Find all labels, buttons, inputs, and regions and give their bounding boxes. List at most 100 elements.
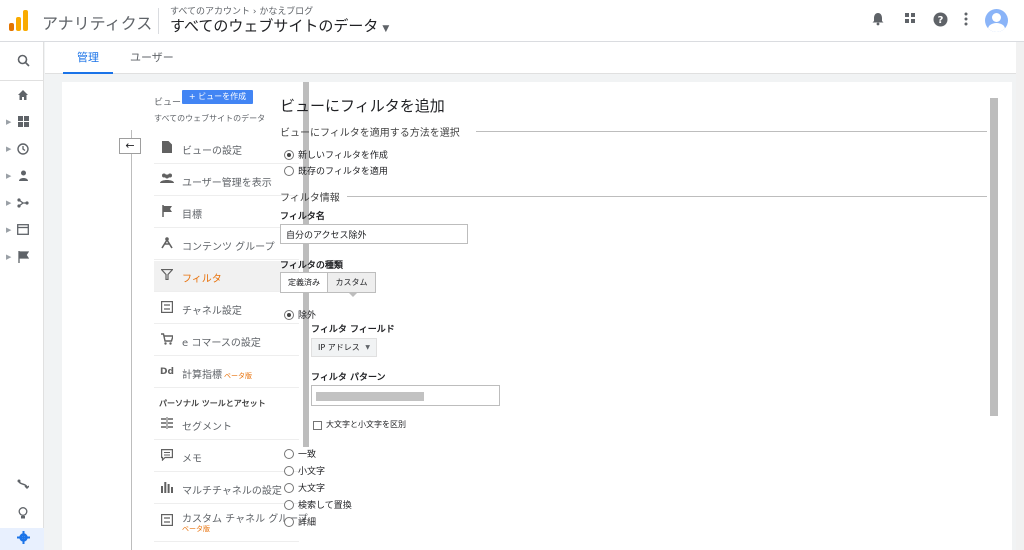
home-icon[interactable] xyxy=(0,86,44,108)
nav-item-label: チャネル設定 xyxy=(182,306,242,317)
account-avatar-icon[interactable] xyxy=(985,9,1008,32)
nav-item-label: メモ xyxy=(182,454,202,465)
custom-type-button[interactable]: カスタム xyxy=(327,272,376,293)
radio-label: 除外 xyxy=(298,311,317,321)
document-icon xyxy=(160,141,174,155)
chevron-down-icon: ▼ xyxy=(365,344,370,351)
search-icon[interactable] xyxy=(0,51,44,73)
dd-icon: Dd xyxy=(160,367,174,377)
view-name[interactable]: すべてのウェブサイトのデータ xyxy=(154,113,265,124)
channel-icon xyxy=(160,301,174,315)
users-icon xyxy=(160,173,174,187)
behavior-icon[interactable]: ▶ xyxy=(0,221,44,243)
nav-item-label: e コマースの設定 xyxy=(182,338,261,349)
redacted-value xyxy=(316,392,424,401)
nav-item-label: コンテンツ グループ xyxy=(182,242,275,253)
radio-button[interactable] xyxy=(284,449,294,459)
acquisition-icon[interactable]: ▶ xyxy=(0,194,44,216)
discover-icon[interactable] xyxy=(0,504,44,526)
nav-item-label: フィルタ xyxy=(182,274,222,285)
realtime-icon[interactable]: ▶ xyxy=(0,140,44,162)
expand-arrow-icon: ▶ xyxy=(6,253,12,261)
nav-item-calculated-metrics[interactable]: Dd 計算指標 ベータ版 xyxy=(154,357,299,388)
nav-item-label: ビューの設定 xyxy=(182,146,242,157)
expand-arrow-icon: ▶ xyxy=(6,145,12,153)
filter-pattern-label: フィルタ パターン xyxy=(311,373,386,383)
nav-item-ecommerce[interactable]: e コマースの設定 xyxy=(154,325,299,356)
beta-badge: ベータ版 xyxy=(224,372,252,380)
content-group-icon xyxy=(160,237,174,251)
radio-button[interactable] xyxy=(284,483,294,493)
tab-admin[interactable]: 管理 xyxy=(63,42,113,74)
nav-item-label: 目標 xyxy=(182,210,202,221)
create-view-button[interactable]: + ビューを作成 xyxy=(182,90,253,104)
back-arrow-button[interactable]: ← xyxy=(119,138,141,154)
nav-item-content-groups[interactable]: コンテンツ グループ xyxy=(154,229,299,260)
header-divider xyxy=(158,8,159,34)
nav-item-segments[interactable]: セグメント xyxy=(154,409,299,440)
left-rail: ▶ ▶ ▶ ▶ ▶ ▶ xyxy=(0,42,44,550)
nav-item-multichannel[interactable]: マルチチャネルの設定 xyxy=(154,473,299,504)
nav-item-custom-channel-groups[interactable]: カスタム チャネル グループ ベータ版 xyxy=(154,506,308,542)
radio-label: 詳細 xyxy=(298,518,317,528)
view-column-label: ビュー xyxy=(154,98,182,108)
app-name: アナリティクス xyxy=(42,14,153,33)
admin-gear-icon[interactable] xyxy=(0,528,44,550)
nav-item-channel-settings[interactable]: チャネル設定 xyxy=(154,293,299,324)
bell-icon[interactable] xyxy=(870,12,886,28)
form-title: ビューにフィルタを追加 xyxy=(280,97,445,115)
property-selector[interactable]: すべてのウェブサイトのデータ ▼ xyxy=(170,15,389,36)
nav-item-label: マルチチャネルの設定 xyxy=(182,486,282,497)
filter-type-label: フィルタの種類 xyxy=(280,261,343,271)
nav-divider-line xyxy=(131,130,132,550)
admin-tabs: 管理 ユーザー xyxy=(45,42,1024,74)
beta-badge: ベータ版 xyxy=(182,525,210,533)
checkbox-label: 大文字と小文字を区別 xyxy=(326,420,406,429)
radio-button[interactable] xyxy=(284,466,294,476)
checkbox[interactable] xyxy=(313,421,322,430)
property-title: すべてのウェブサイトのデータ xyxy=(170,17,379,35)
selected-pointer xyxy=(348,292,358,297)
radio-label: 小文字 xyxy=(298,467,326,477)
radio-label: 一致 xyxy=(298,450,317,460)
filter-field-select[interactable]: IP アドレス ▼ xyxy=(311,338,377,357)
method-legend: ビューにフィルタを適用する方法を選択 xyxy=(280,128,460,139)
filter-name-input[interactable]: 自分のアクセス除外 xyxy=(280,224,468,244)
customization-icon[interactable]: ▶ xyxy=(0,113,44,135)
apps-grid-icon[interactable] xyxy=(902,12,918,28)
rail-divider xyxy=(0,80,44,81)
radio-button[interactable] xyxy=(284,310,294,320)
form-scrollbar[interactable] xyxy=(990,98,998,416)
page-scrollbar[interactable] xyxy=(1016,42,1024,550)
attribution-icon[interactable] xyxy=(0,476,44,498)
conversions-icon[interactable]: ▶ xyxy=(0,248,44,270)
help-icon[interactable]: ? xyxy=(932,12,948,28)
nav-item-notes[interactable]: メモ xyxy=(154,441,299,472)
svg-text:?: ? xyxy=(937,15,943,26)
filter-field-label: フィルタ フィールド xyxy=(311,325,395,335)
personal-tools-heading: パーソナル ツールとアセット xyxy=(159,399,266,408)
radio-button[interactable] xyxy=(284,150,294,160)
nav-item-filters[interactable]: フィルタ xyxy=(154,261,299,292)
segment-icon xyxy=(160,417,174,431)
expand-arrow-icon: ▶ xyxy=(6,226,12,234)
cart-icon xyxy=(160,333,174,347)
filter-pattern-input[interactable] xyxy=(311,385,500,406)
nav-item-label: セグメント xyxy=(182,422,232,433)
radio-button[interactable] xyxy=(284,517,294,527)
radio-label: 検索して置換 xyxy=(298,501,352,511)
radio-button[interactable] xyxy=(284,500,294,510)
tab-user[interactable]: ユーザー xyxy=(116,42,188,74)
radio-label: 新しいフィルタを作成 xyxy=(298,151,388,161)
analytics-logo[interactable] xyxy=(9,9,31,31)
filter-icon xyxy=(160,268,174,283)
custom-channel-icon xyxy=(160,514,174,528)
audience-icon[interactable]: ▶ xyxy=(0,167,44,189)
admin-card: ビュー + ビューを作成 すべてのウェブサイトのデータ ← ビューの設定 ユーザ… xyxy=(62,82,1012,550)
nav-item-goals[interactable]: 目標 xyxy=(154,197,299,228)
nav-item-view-settings[interactable]: ビューの設定 xyxy=(154,133,299,164)
predefined-type-button[interactable]: 定義済み xyxy=(280,272,328,293)
radio-button[interactable] xyxy=(284,166,294,176)
more-vert-icon[interactable] xyxy=(958,12,974,28)
nav-item-user-management[interactable]: ユーザー管理を表示 xyxy=(154,165,299,196)
